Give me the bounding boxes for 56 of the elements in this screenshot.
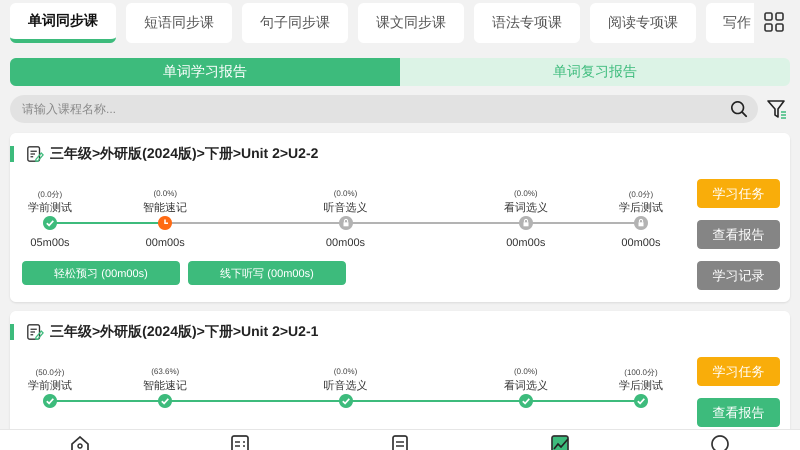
search-icon[interactable] <box>730 100 748 118</box>
step-time: 00m00s <box>144 237 186 249</box>
grid-icon[interactable] <box>764 12 784 32</box>
home-icon[interactable] <box>69 434 91 450</box>
practice-button[interactable]: 轻松预习 (00m00s) <box>22 261 180 285</box>
report-tab[interactable]: 单词学习报告 <box>10 58 400 86</box>
course-tab[interactable]: 课文同步课 <box>358 3 464 43</box>
practice-button[interactable]: 线下听写 (00m00s) <box>188 261 346 285</box>
step-score: (0.0%) <box>332 189 358 200</box>
accent-bar <box>10 324 14 340</box>
list-icon[interactable] <box>229 434 251 450</box>
course-tab[interactable]: 写作 <box>706 3 754 43</box>
course-title: 三年级>外研版(2024版)>下册>Unit 2>U2-1 <box>50 323 318 341</box>
step-score: (0.0分) <box>36 189 64 200</box>
step-time: 00m00s <box>505 237 546 249</box>
step-label: 智能速记 <box>142 379 188 393</box>
document-icon[interactable] <box>389 434 411 450</box>
course-tab[interactable]: 语法专项课 <box>474 3 580 43</box>
step-label: 学后测试 <box>618 379 664 393</box>
course-tab[interactable]: 阅读专项课 <box>590 3 696 43</box>
step-label: 智能速记 <box>142 201 188 215</box>
step-score: (50.0分) <box>34 367 66 378</box>
chart-icon[interactable] <box>549 434 571 450</box>
report-tab[interactable]: 单词复习报告 <box>400 58 790 86</box>
course-tab[interactable]: 短语同步课 <box>126 3 232 43</box>
note-edit-icon <box>26 145 44 163</box>
card-action-button[interactable]: 查看报告 <box>697 220 780 249</box>
card-action-button[interactable]: 查看报告 <box>697 398 780 427</box>
step-score: (0.0分) <box>628 189 654 200</box>
course-tab[interactable]: 单词同步课 <box>10 3 116 43</box>
step-score: (0.0%) <box>152 189 178 200</box>
course-tab[interactable]: 句子同步课 <box>242 3 348 43</box>
card-action-button[interactable]: 学习任务 <box>697 357 780 386</box>
step-score: (0.0%) <box>512 367 539 378</box>
filter-icon[interactable] <box>766 98 788 120</box>
step-label: 学后测试 <box>618 201 664 215</box>
step-time: 00m00s <box>324 237 366 249</box>
step-score: (0.0%) <box>332 367 358 378</box>
course-title: 三年级>外研版(2024版)>下册>Unit 2>U2-2 <box>50 145 318 163</box>
step-label: 学前测试 <box>27 379 73 393</box>
card-action-button[interactable]: 学习记录 <box>697 261 780 290</box>
card-action-button[interactable]: 学习任务 <box>697 179 780 208</box>
chat-icon[interactable] <box>709 434 731 450</box>
step-score: (0.0%) <box>512 189 539 200</box>
step-time: 05m00s <box>29 237 71 249</box>
accent-bar <box>10 146 14 162</box>
step-label: 听音选义 <box>322 200 368 215</box>
step-label: 看词选义 <box>502 378 549 393</box>
step-label: 看词选义 <box>502 200 549 215</box>
step-time: 00m00s <box>620 237 662 249</box>
search-field[interactable]: 请输入课程名称... <box>10 95 758 123</box>
note-edit-icon <box>26 323 44 341</box>
step-label: 学前测试 <box>27 201 73 215</box>
step-score: (100.0分) <box>623 367 659 378</box>
step-label: 听音选义 <box>322 378 368 393</box>
step-score: (63.6%) <box>150 367 180 378</box>
